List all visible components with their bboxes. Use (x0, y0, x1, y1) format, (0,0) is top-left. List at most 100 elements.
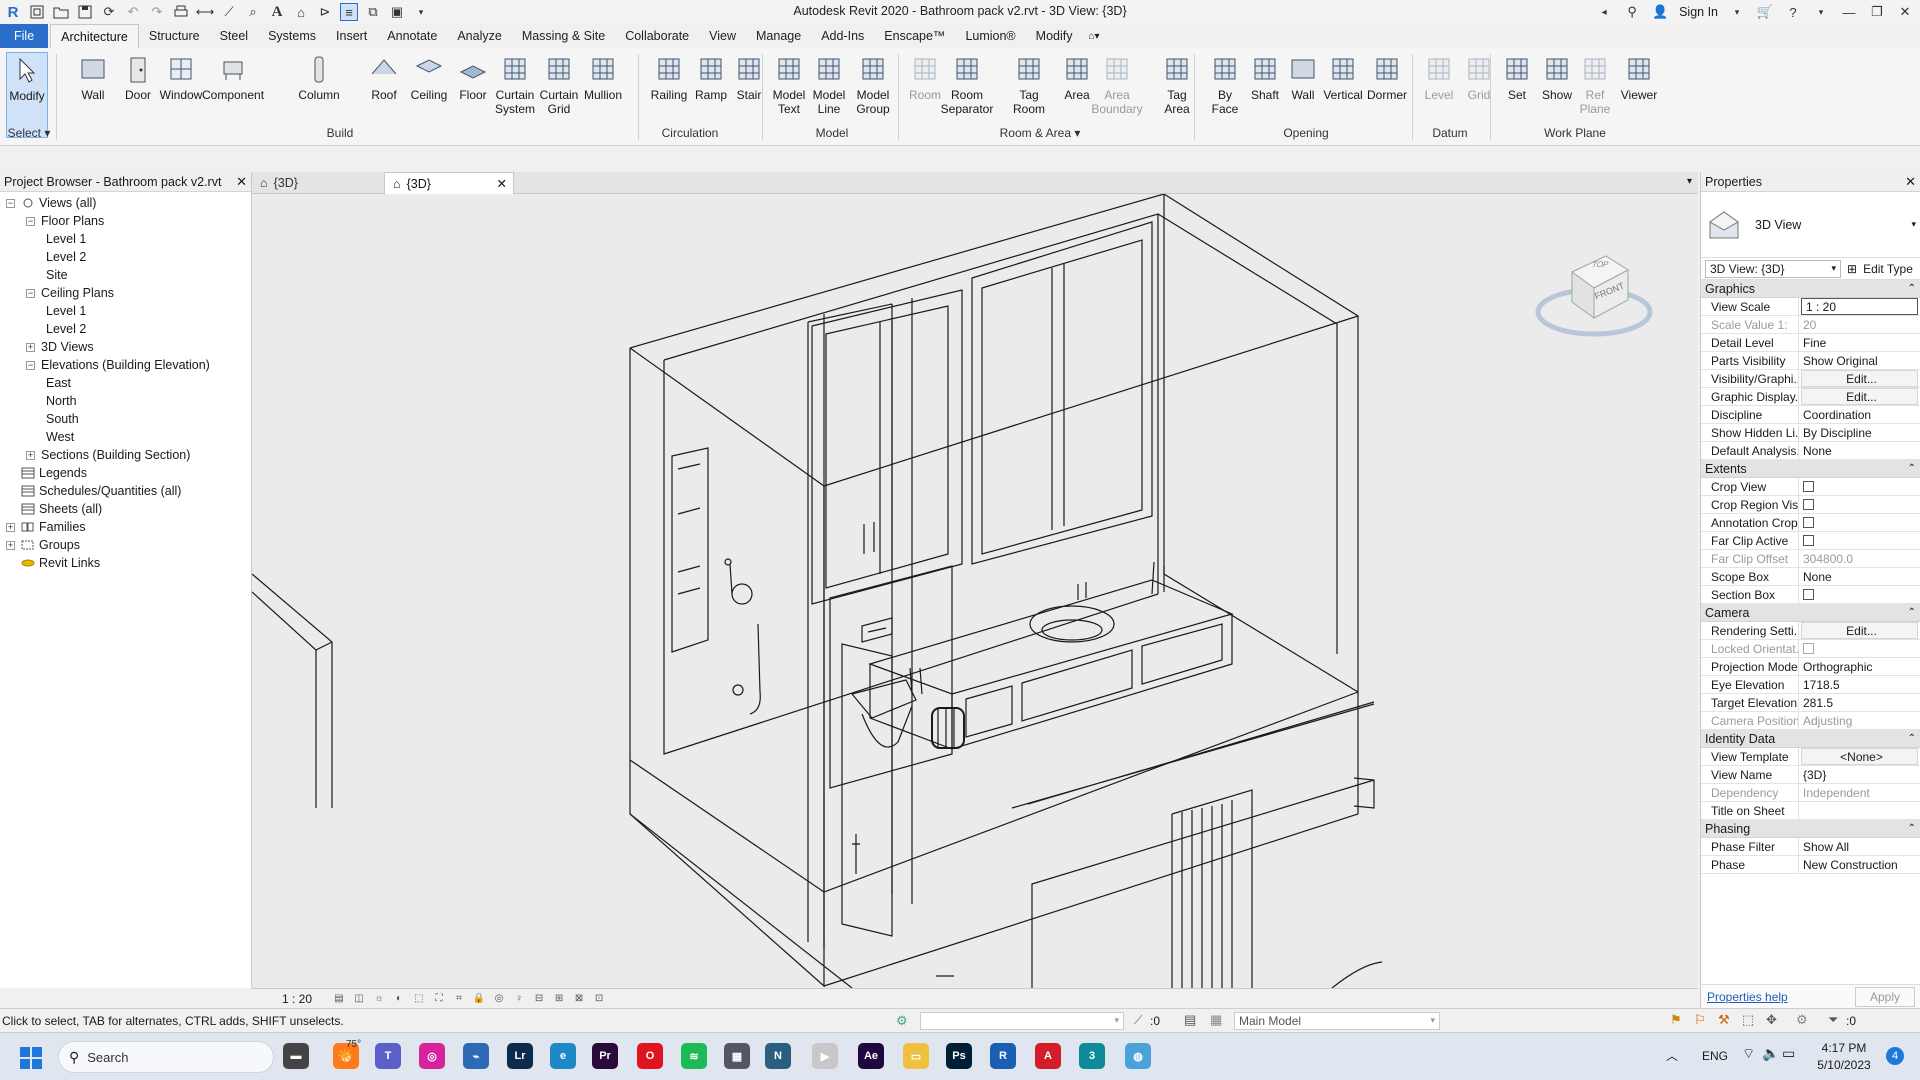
tab-steel[interactable]: Steel (210, 24, 259, 48)
expand-icon[interactable]: + (26, 450, 35, 460)
checkbox[interactable] (1803, 481, 1814, 492)
open-icon[interactable] (52, 3, 70, 21)
reveal-hidden-icon[interactable]: ♀ (512, 993, 526, 1005)
prop-value[interactable]: 1718.5 (1799, 676, 1920, 693)
wifi-icon[interactable]: ⌔ (1742, 1045, 1755, 1063)
highlight-displacement-icon[interactable]: ⊠ (572, 993, 586, 1005)
tree-item-ceiling-plans[interactable]: − Ceiling Plans (0, 284, 251, 302)
tree-item-site[interactable]: Site (0, 266, 251, 284)
worksharing-display-icon[interactable]: ⊟ (532, 993, 546, 1005)
prop-value[interactable]: Orthographic (1799, 658, 1920, 675)
prop-value[interactable]: New Construction (1799, 856, 1920, 873)
prop-value[interactable]: Fine (1799, 334, 1920, 351)
tree-item-schedules-quantities-all[interactable]: Schedules/Quantities (all) (0, 482, 251, 500)
tree-item-east[interactable]: East (0, 374, 251, 392)
clock-time[interactable]: 4:17 PM (1812, 1041, 1876, 1055)
workset-dropdown[interactable]: ▾ (920, 1012, 1124, 1030)
tree-item-level-1[interactable]: Level 1 (0, 230, 251, 248)
select-pinned-icon[interactable]: ⚒ (1718, 1012, 1730, 1028)
reveal-constraints-icon[interactable]: ⊡ (592, 993, 606, 1005)
tab-file[interactable]: File (0, 24, 49, 48)
design-option-dropdown[interactable]: Main Model ▾ (1234, 1012, 1440, 1030)
instance-filter-dropdown[interactable]: 3D View: {3D} ▾ (1705, 259, 1841, 278)
ribbon-wall-button[interactable]: Wall (72, 52, 114, 138)
detail-level-icon[interactable]: ▤ (332, 993, 346, 1005)
checkbox[interactable] (1803, 589, 1814, 600)
chevron-down-icon[interactable]: ▾ (1728, 3, 1746, 21)
3d-view-canvas[interactable]: TOP FRONT (252, 194, 1698, 988)
spotify-icon[interactable]: ≋ (681, 1043, 707, 1069)
media-icon[interactable]: ▶ (812, 1043, 838, 1069)
visual-style-icon[interactable]: ◫ (352, 993, 366, 1005)
default-3d-view-icon[interactable]: ⌂ (292, 3, 310, 21)
collapse-icon[interactable]: ⌃ (1908, 823, 1916, 834)
revit-icon[interactable]: R (990, 1043, 1016, 1069)
print-icon[interactable] (172, 3, 190, 21)
file-explorer-icon[interactable]: ▬ (283, 1043, 309, 1069)
tab-view[interactable]: View (699, 24, 746, 48)
user-icon[interactable]: 👤 (1651, 3, 1669, 21)
temporary-hide-icon[interactable]: ◎ (492, 993, 506, 1005)
drag-elements-icon[interactable]: ✥ (1766, 1012, 1777, 1028)
collapse-icon[interactable]: ⌃ (1908, 283, 1916, 294)
properties-help-link[interactable]: Properties help (1707, 990, 1788, 1004)
globe-icon[interactable]: ◍ (1125, 1043, 1151, 1069)
shadows-icon[interactable]: ◐ (392, 993, 406, 1005)
tab-architecture[interactable]: Architecture (50, 24, 139, 48)
ribbon-ceiling-button[interactable]: Ceiling (408, 52, 450, 138)
tree-item-floor-plans[interactable]: − Floor Plans (0, 212, 251, 230)
panel-label-room-area[interactable]: Room & Area ▾ (980, 126, 1100, 140)
ribbon-mullion-button[interactable]: Mullion (582, 52, 624, 138)
ribbon-tag-area-button[interactable]: Tag Area (1156, 52, 1198, 138)
render-icon[interactable]: ⬚ (412, 993, 426, 1005)
prop-value[interactable]: 281.5 (1799, 694, 1920, 711)
tree-item-views-all[interactable]: − Views (all) (0, 194, 251, 212)
redo-icon[interactable]: ↷ (148, 3, 166, 21)
prop-value[interactable]: None (1799, 568, 1920, 585)
prop-edit-button[interactable]: Edit... (1801, 370, 1918, 387)
ribbon-door-button[interactable]: Door (117, 52, 159, 138)
prop-group-phasing[interactable]: Phasing ⌃ (1701, 820, 1920, 838)
minimize-icon[interactable]: — (1840, 3, 1858, 21)
notification-badge[interactable]: 4 (1886, 1047, 1904, 1065)
prop-value[interactable] (1799, 802, 1920, 819)
chevron-up-icon[interactable]: ︿ (1666, 1047, 1678, 1064)
volume-icon[interactable]: 🔈 (1762, 1045, 1779, 1062)
collapse-icon[interactable]: − (26, 216, 35, 226)
expand-icon[interactable]: + (6, 522, 15, 532)
collapse-icon[interactable]: ⌃ (1908, 463, 1916, 474)
edge-icon[interactable]: e (550, 1043, 576, 1069)
aligned-dimension-icon[interactable]: ⟋ (220, 3, 238, 21)
checkbox[interactable] (1803, 517, 1814, 528)
select-by-face-icon[interactable]: ⬚ (1742, 1012, 1754, 1028)
tab-collaborate[interactable]: Collaborate (615, 24, 699, 48)
sign-in-link[interactable]: Sign In (1679, 5, 1718, 19)
background-process-icon[interactable]: ⚙ (1796, 1012, 1808, 1028)
tab-enscape[interactable]: Enscape™ (874, 24, 955, 48)
prop-edit-button[interactable]: Edit... (1801, 622, 1918, 639)
crop-view-icon[interactable]: ⛶ (432, 993, 446, 1005)
clock-date[interactable]: 5/10/2023 (1812, 1058, 1876, 1072)
design-option-icon[interactable]: ▦ (1210, 1012, 1222, 1028)
tree-item-legends[interactable]: Legends (0, 464, 251, 482)
type-selector[interactable]: 3D View ▾ (1701, 192, 1920, 258)
tab-structure[interactable]: Structure (139, 24, 210, 48)
instagram-icon[interactable]: ◎ (419, 1043, 445, 1069)
after-effects-icon[interactable]: Ae (858, 1043, 884, 1069)
prop-value[interactable]: Show Original (1799, 352, 1920, 369)
prop-group-graphics[interactable]: Graphics ⌃ (1701, 280, 1920, 298)
premiere-icon[interactable]: Pr (592, 1043, 618, 1069)
app-icon[interactable]: ▦ (724, 1043, 750, 1069)
view-scale[interactable]: 1 : 20 (282, 992, 312, 1006)
apply-button[interactable]: Apply (1854, 986, 1915, 1007)
help-icon[interactable]: ? (1784, 3, 1802, 21)
tab-insert[interactable]: Insert (326, 24, 377, 48)
show-crop-icon[interactable]: ⌗ (452, 993, 466, 1005)
thin-lines-icon[interactable]: ≡ (340, 3, 358, 21)
tab-analyze[interactable]: Analyze (447, 24, 511, 48)
tab-modify[interactable]: Modify (1026, 24, 1083, 48)
collapse-icon[interactable]: − (26, 288, 35, 298)
windows-start-icon[interactable] (20, 1047, 42, 1069)
prop-group-identity-data[interactable]: Identity Data ⌃ (1701, 730, 1920, 748)
collapse-icon[interactable]: − (6, 198, 15, 208)
